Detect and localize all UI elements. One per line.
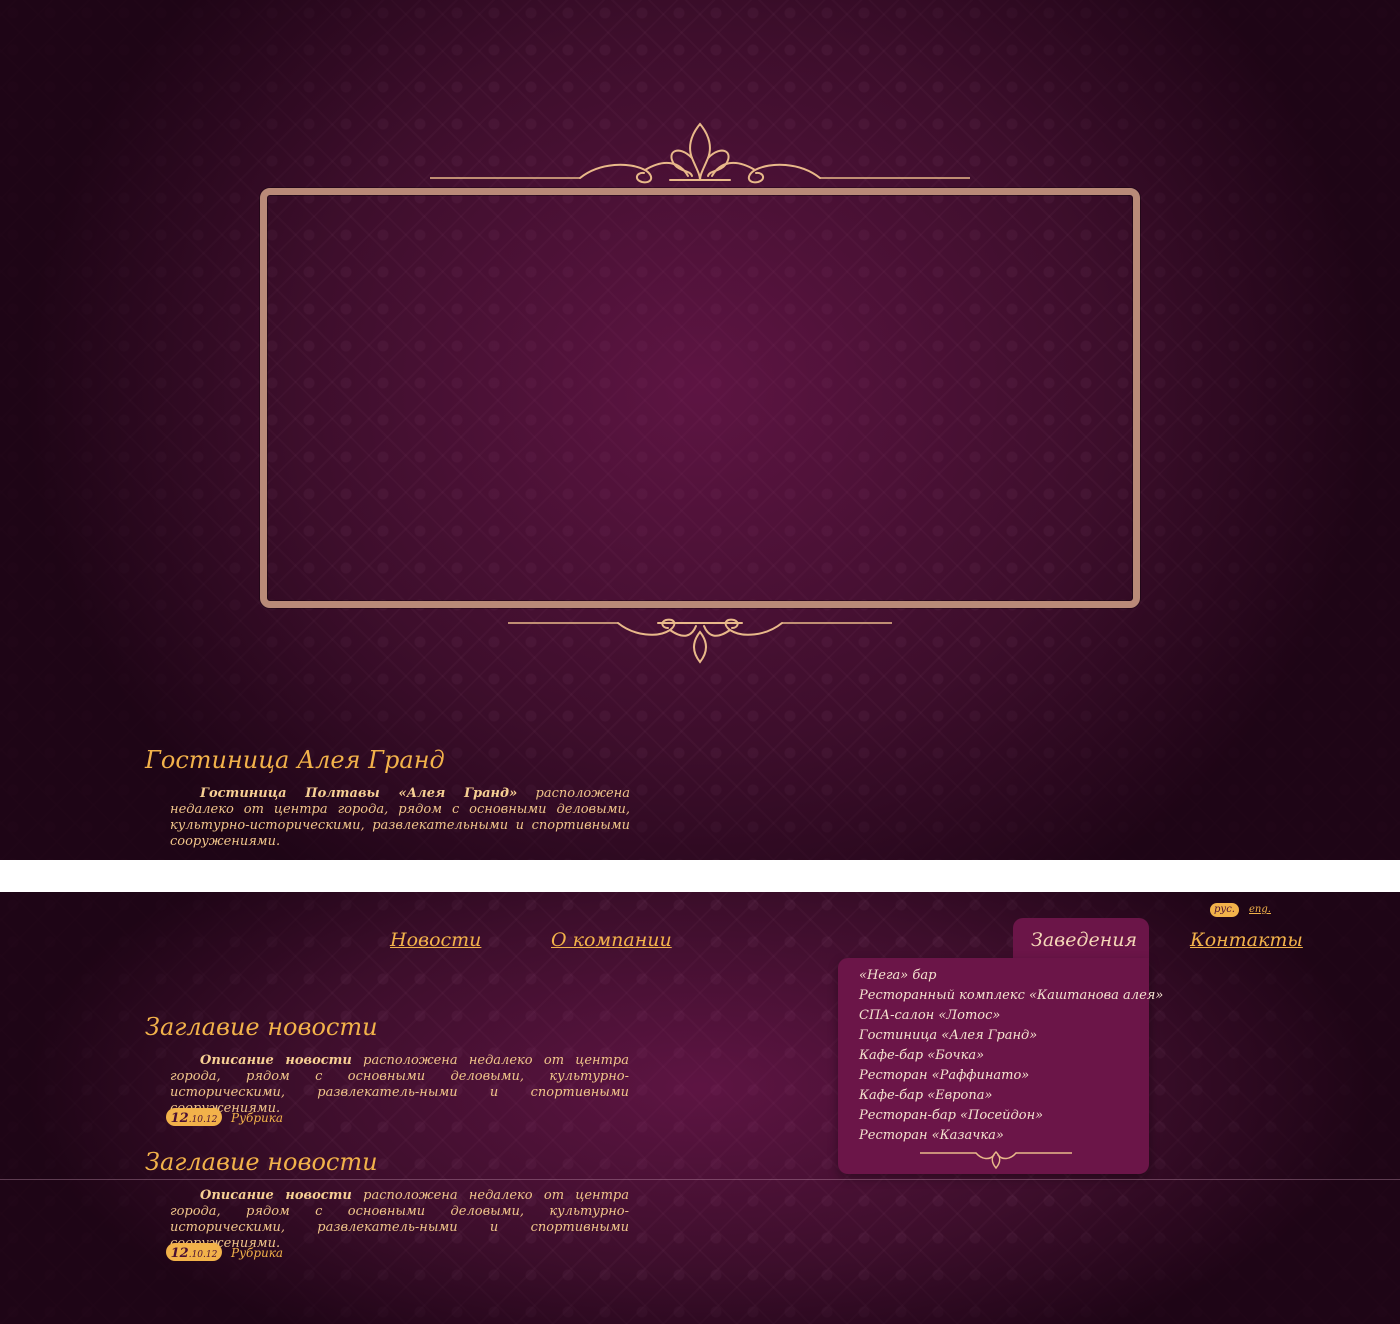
hotel-description: Гостиница Полтавы «Алея Гранд» расположе… [170,786,630,850]
venue-item-kazachka[interactable]: Ресторан «Казачка» [859,1126,1149,1146]
venue-item-raffinato[interactable]: Ресторан «Раффинато» [859,1066,1149,1086]
venue-item-kashtanova[interactable]: Ресторанный комплекс «Каштанова алея» [859,986,1163,1006]
date-day: 12 [170,1111,189,1126]
ornament-top-icon [430,122,970,184]
venue-item-hotel[interactable]: Гостиница «Алея Гранд» [859,1026,1149,1046]
lang-en-link[interactable]: eng. [1249,903,1271,917]
venues-list: «Нега» бар Ресторанный комплекс «Каштано… [838,958,1163,1146]
nav-company[interactable]: О компании [551,928,672,952]
venues-dropdown: «Нега» бар Ресторанный комплекс «Каштано… [838,958,1163,1174]
nav-contacts[interactable]: Контакты [1190,928,1303,952]
separator-bar [0,860,1400,892]
venue-item-nega[interactable]: «Нега» бар [859,966,1149,986]
lang-ru-button[interactable]: рус. [1210,903,1239,917]
ornament-small-icon [920,1150,1072,1170]
hotel-description-bold: Гостиница Полтавы «Алея Гранд» [200,786,518,801]
rubric-link[interactable]: Рубрика [231,1110,283,1126]
news-title[interactable]: Заглавие новости [145,1148,378,1176]
divider [0,1179,1400,1180]
date-month-year: .10.12 [188,1115,218,1125]
news-description-bold: Описание новости [200,1188,352,1203]
ornament-bottom-icon [508,618,892,664]
nav-news[interactable]: Новости [390,928,481,952]
venue-item-bochka[interactable]: Кафе-бар «Бочка» [859,1046,1149,1066]
venue-item-evropa[interactable]: Кафе-бар «Европа» [859,1086,1149,1106]
news-title[interactable]: Заглавие новости [145,1013,378,1041]
date-day: 12 [170,1246,189,1261]
slideshow-frame [260,188,1140,608]
venue-item-lotos[interactable]: СПА-салон «Лотос» [859,1006,1149,1026]
hero-section: Гостиница Алея Гранд Гостиница Полтавы «… [0,0,1400,860]
news-description-bold: Описание новости [200,1053,352,1068]
date-month-year: .10.12 [188,1250,218,1260]
date-badge: 12.10.12 [166,1108,222,1126]
news-description: Описание новости расположена недалеко от… [170,1188,629,1252]
nav-venues-label: Заведения [1031,929,1138,951]
news-description: Описание новости расположена недалеко от… [170,1053,629,1117]
venue-item-poseidon[interactable]: Ресторан-бар «Посейдон» [859,1106,1149,1126]
hotel-title: Гостиница Алея Гранд [145,746,445,774]
rubric-link[interactable]: Рубрика [231,1245,283,1261]
date-badge: 12.10.12 [166,1243,222,1261]
